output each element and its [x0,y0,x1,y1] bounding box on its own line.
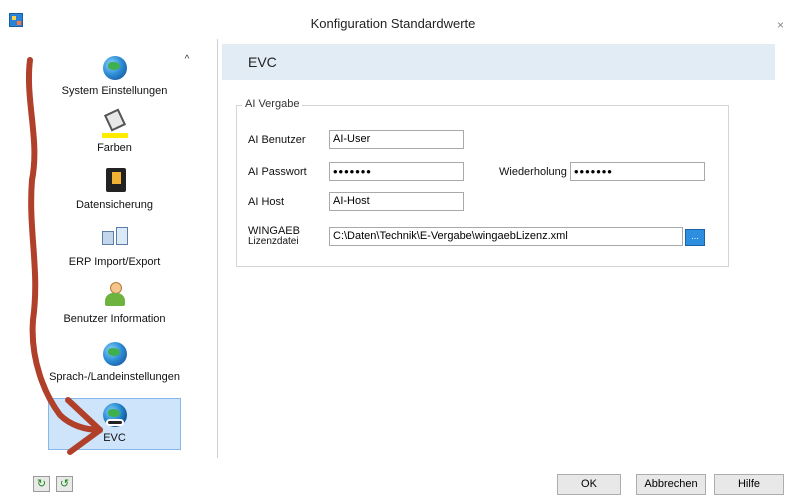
ai-benutzer-input[interactable]: AI-User [329,130,464,149]
scroll-up-button[interactable]: ^ [180,53,194,67]
ai-host-label: AI Host [248,196,285,208]
lizenzdatei-input[interactable]: C:\Daten\Technik\E-Vergabe\wingaebLizenz… [329,227,683,246]
sidebar-item-erp-import-export[interactable]: ERP Import/Export [48,225,181,268]
window-title: Konfiguration Standardwerte [310,16,476,31]
sidebar-item-label: System Einstellungen [61,85,168,97]
ai-benutzer-label: AI Benutzer [248,134,306,146]
refresh-button[interactable]: ↻ [33,476,50,492]
reset-button[interactable]: ↺ [56,476,73,492]
lizenzdatei-label: Lizenzdatei [248,236,299,247]
sidebar-item-datensicherung[interactable]: Datensicherung [48,168,181,211]
sidebar-item-label: ERP Import/Export [68,256,161,268]
floppy-disk-icon [100,168,130,196]
close-icon[interactable]: × [777,18,784,32]
group-title: AI Vergabe [242,98,303,110]
title-bar: Konfiguration Standardwerte × [0,0,786,34]
ai-passwort-label: AI Passwort [248,166,307,178]
sidebar-item-evc[interactable]: EVC [48,398,181,450]
sidebar-item-label: Datensicherung [75,199,154,211]
sidebar-item-benutzer-information[interactable]: Benutzer Information [48,282,181,325]
help-button[interactable]: Hilfe [714,474,784,495]
sidebar-item-label: Benutzer Information [63,313,166,325]
user-icon [100,282,130,310]
ai-host-input[interactable]: AI-Host [329,192,464,211]
ai-passwort-input[interactable]: ••••••• [329,162,464,181]
import-export-icon [100,225,130,253]
wiederholung-label: Wiederholung [499,166,567,178]
page-title: EVC [248,54,277,70]
wiederholung-input[interactable]: ••••••• [570,162,705,181]
globe-icon [100,340,130,368]
sidebar-item-label: EVC [103,432,126,444]
sidebar-item-farben[interactable]: Farben [48,108,181,154]
sidebar-item-label: Farben [97,142,132,154]
sidebar-item-label: Sprach-/Landeinstellungen [49,371,180,383]
sidebar-item-system-einstellungen[interactable]: System Einstellungen [48,54,181,97]
globe-link-icon [100,401,130,429]
ok-button[interactable]: OK [557,474,621,495]
sidebar-item-sprach-landeinstellungen[interactable]: Sprach-/Landeinstellungen [48,340,181,383]
globe-network-icon [100,54,130,82]
section-header [222,44,775,80]
browse-button[interactable]: ... [685,229,705,246]
cancel-button[interactable]: Abbrechen [636,474,706,495]
paint-bucket-icon [100,108,130,139]
